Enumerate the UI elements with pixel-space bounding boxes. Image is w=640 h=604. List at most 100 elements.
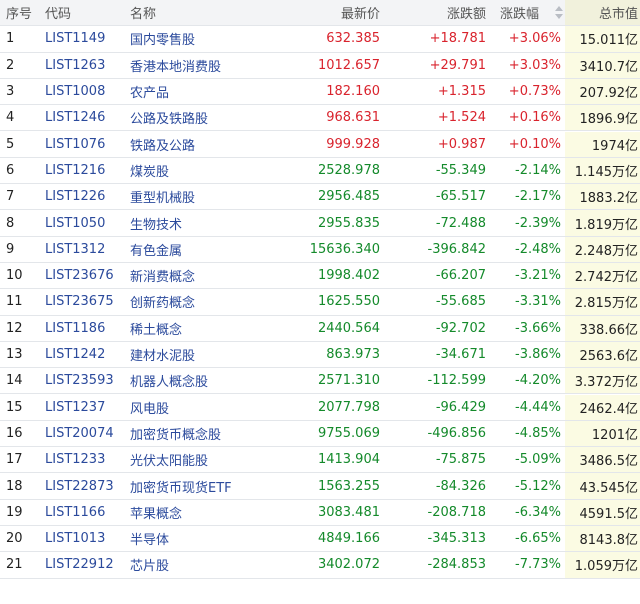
table-row[interactable]: 4 LIST1246 公路及铁路股 968.631 +1.524 +0.16% 1896.9… xyxy=(0,105,640,132)
col-pct-header[interactable]: 涨跌幅 xyxy=(490,0,565,25)
row-code-link[interactable]: LIST1246 xyxy=(40,105,125,130)
col-cap-header[interactable]: 总市值 xyxy=(565,0,640,26)
row-code-link[interactable]: LIST1242 xyxy=(40,342,125,367)
row-index: 8 xyxy=(6,215,15,231)
row-name-link[interactable]: 芯片股 xyxy=(125,552,280,577)
row-cap: 207.92亿 xyxy=(565,78,640,105)
row-code-link[interactable]: LIST1216 xyxy=(40,158,125,183)
row-name-link[interactable]: 半导体 xyxy=(125,526,280,551)
table-row[interactable]: 8 LIST1050 生物技术 2955.835 -72.488 -2.39% 1.819万… xyxy=(0,210,640,237)
row-name-link[interactable]: 苹果概念 xyxy=(125,500,280,525)
row-change: -72.488 xyxy=(435,215,486,231)
col-price-header[interactable]: 最新价 xyxy=(280,0,384,25)
col-name-header[interactable]: 名称 xyxy=(125,0,280,25)
row-name-link[interactable]: 机器人概念股 xyxy=(125,368,280,393)
row-pct: -2.48% xyxy=(515,241,561,257)
table-row[interactable]: 5 LIST1076 铁路及公路 999.928 +0.987 +0.10% 1974亿 xyxy=(0,131,640,158)
row-price: 968.631 xyxy=(326,110,380,126)
row-name-link[interactable]: 国内零售股 xyxy=(125,26,280,51)
row-cap: 2.742万亿 xyxy=(565,263,640,289)
table-row[interactable]: 21 LIST22912 芯片股 3402.072 -284.853 -7.73% 1.05… xyxy=(0,552,640,579)
row-cap: 1201亿 xyxy=(565,420,640,447)
row-code-link[interactable]: LIST1013 xyxy=(40,526,125,551)
row-name-link[interactable]: 有色金属 xyxy=(125,237,280,262)
table-row[interactable]: 10 LIST23676 新消费概念 1998.402 -66.207 -3.21% 2.7… xyxy=(0,263,640,290)
row-price: 9755.069 xyxy=(317,425,380,441)
row-name-link[interactable]: 风电股 xyxy=(125,395,280,420)
row-cap: 1974亿 xyxy=(565,131,640,157)
row-code-link[interactable]: LIST22912 xyxy=(40,552,125,577)
table-row[interactable]: 17 LIST1233 光伏太阳能股 1413.904 -75.875 -5.09% 348… xyxy=(0,447,640,474)
table-row[interactable]: 12 LIST1186 稀土概念 2440.564 -92.702 -3.66% 338.6… xyxy=(0,315,640,342)
row-cap: 15.011亿 xyxy=(565,26,640,52)
row-pct: -5.09% xyxy=(515,452,561,468)
row-name-link[interactable]: 光伏太阳能股 xyxy=(125,447,280,472)
row-code-link[interactable]: LIST23675 xyxy=(40,289,125,314)
row-name-link[interactable]: 铁路及公路 xyxy=(125,132,280,157)
row-pct: +3.03% xyxy=(508,57,561,73)
table-row[interactable]: 9 LIST1312 有色金属 15636.340 -396.842 -2.48% 2.24… xyxy=(0,236,640,263)
table-row[interactable]: 13 LIST1242 建材水泥股 863.973 -34.671 -3.86% 2563.… xyxy=(0,341,640,369)
row-name-link[interactable]: 公路及铁路股 xyxy=(125,105,280,130)
row-cap: 8143.8亿 xyxy=(565,526,640,552)
col-index-header[interactable]: 序号 xyxy=(0,0,40,25)
row-code-link[interactable]: LIST1149 xyxy=(40,26,125,51)
table-row[interactable]: 7 LIST1226 重型机械股 2956.485 -65.517 -2.17% 1883.… xyxy=(0,184,640,211)
table-row[interactable]: 6 LIST1216 煤炭股 2528.978 -55.349 -2.14% 1.145万亿 xyxy=(0,157,640,185)
row-name-link[interactable]: 香港本地消费股 xyxy=(125,53,280,78)
row-name-link[interactable]: 加密货币概念股 xyxy=(125,421,280,446)
row-cap: 2462.4亿 xyxy=(565,394,640,420)
row-code-link[interactable]: LIST1263 xyxy=(40,53,125,78)
row-change: -345.313 xyxy=(427,531,486,547)
table-row[interactable]: 18 LIST22873 加密货币现货ETF 1563.255 -84.326 -5.12… xyxy=(0,473,640,500)
table-row[interactable]: 11 LIST23675 创新药概念 1625.550 -55.685 -3.31% 2.8… xyxy=(0,289,640,316)
row-name-link[interactable]: 创新药概念 xyxy=(125,289,280,314)
row-code-link[interactable]: LIST1226 xyxy=(40,184,125,209)
row-index: 9 xyxy=(6,241,15,257)
row-code-link[interactable]: LIST1008 xyxy=(40,79,125,104)
row-name-link[interactable]: 加密货币现货ETF xyxy=(125,473,280,498)
sort-icon[interactable] xyxy=(555,6,563,20)
row-cap: 2.248万亿 xyxy=(565,236,640,262)
table-row[interactable]: 16 LIST20074 加密货币概念股 9755.069 -496.856 -4.85%… xyxy=(0,420,640,448)
row-code-link[interactable]: LIST20074 xyxy=(40,421,125,446)
row-index: 19 xyxy=(6,504,23,520)
row-index: 15 xyxy=(6,399,23,415)
table-row[interactable]: 15 LIST1237 风电股 2077.798 -96.429 -4.44% 2462.4… xyxy=(0,394,640,421)
row-pct: -4.20% xyxy=(515,373,561,389)
row-code-link[interactable]: LIST1233 xyxy=(40,447,125,472)
table-row[interactable]: 14 LIST23593 机器人概念股 2571.310 -112.599 -4.20% 3… xyxy=(0,368,640,395)
row-name-link[interactable]: 重型机械股 xyxy=(125,184,280,209)
row-code-link[interactable]: LIST1312 xyxy=(40,237,125,262)
row-name-link[interactable]: 新消费概念 xyxy=(125,263,280,288)
row-code-link[interactable]: LIST1076 xyxy=(40,132,125,157)
row-change: +29.791 xyxy=(429,57,486,73)
row-change: -208.718 xyxy=(427,504,486,520)
table-row[interactable]: 19 LIST1166 苹果概念 3083.481 -208.718 -6.34% 4591… xyxy=(0,499,640,526)
row-code-link[interactable]: LIST1050 xyxy=(40,210,125,235)
row-index: 12 xyxy=(6,320,23,336)
row-code-link[interactable]: LIST1186 xyxy=(40,316,125,341)
row-index: 14 xyxy=(6,373,23,389)
row-name-link[interactable]: 生物技术 xyxy=(125,210,280,235)
row-code-link[interactable]: LIST23676 xyxy=(40,263,125,288)
table-row[interactable]: 20 LIST1013 半导体 4849.166 -345.313 -6.65% 8143.… xyxy=(0,526,640,553)
row-code-link[interactable]: LIST23593 xyxy=(40,368,125,393)
row-name-link[interactable]: 建材水泥股 xyxy=(125,342,280,367)
row-code-link[interactable]: LIST1237 xyxy=(40,395,125,420)
row-name-link[interactable]: 农产品 xyxy=(125,79,280,104)
row-name-link[interactable]: 稀土概念 xyxy=(125,316,280,341)
row-code-link[interactable]: LIST1166 xyxy=(40,500,125,525)
col-change-header[interactable]: 涨跌额 xyxy=(384,0,490,25)
row-change: -92.702 xyxy=(435,320,486,336)
col-code-header[interactable]: 代码 xyxy=(40,0,125,25)
row-pct: +0.73% xyxy=(508,84,561,100)
row-code-link[interactable]: LIST22873 xyxy=(40,473,125,498)
table-row[interactable]: 3 LIST1008 农产品 182.160 +1.315 +0.73% 207.92亿 xyxy=(0,78,640,106)
row-pct: -3.21% xyxy=(515,268,561,284)
row-name-link[interactable]: 煤炭股 xyxy=(125,158,280,183)
table-row[interactable]: 1 LIST1149 国内零售股 632.385 +18.781 +3.06% 15.011… xyxy=(0,26,640,53)
row-change: -396.842 xyxy=(427,241,486,257)
table-row[interactable]: 2 LIST1263 香港本地消费股 1012.657 +29.791 +3.03% 341… xyxy=(0,52,640,79)
row-price: 1998.402 xyxy=(317,268,380,284)
